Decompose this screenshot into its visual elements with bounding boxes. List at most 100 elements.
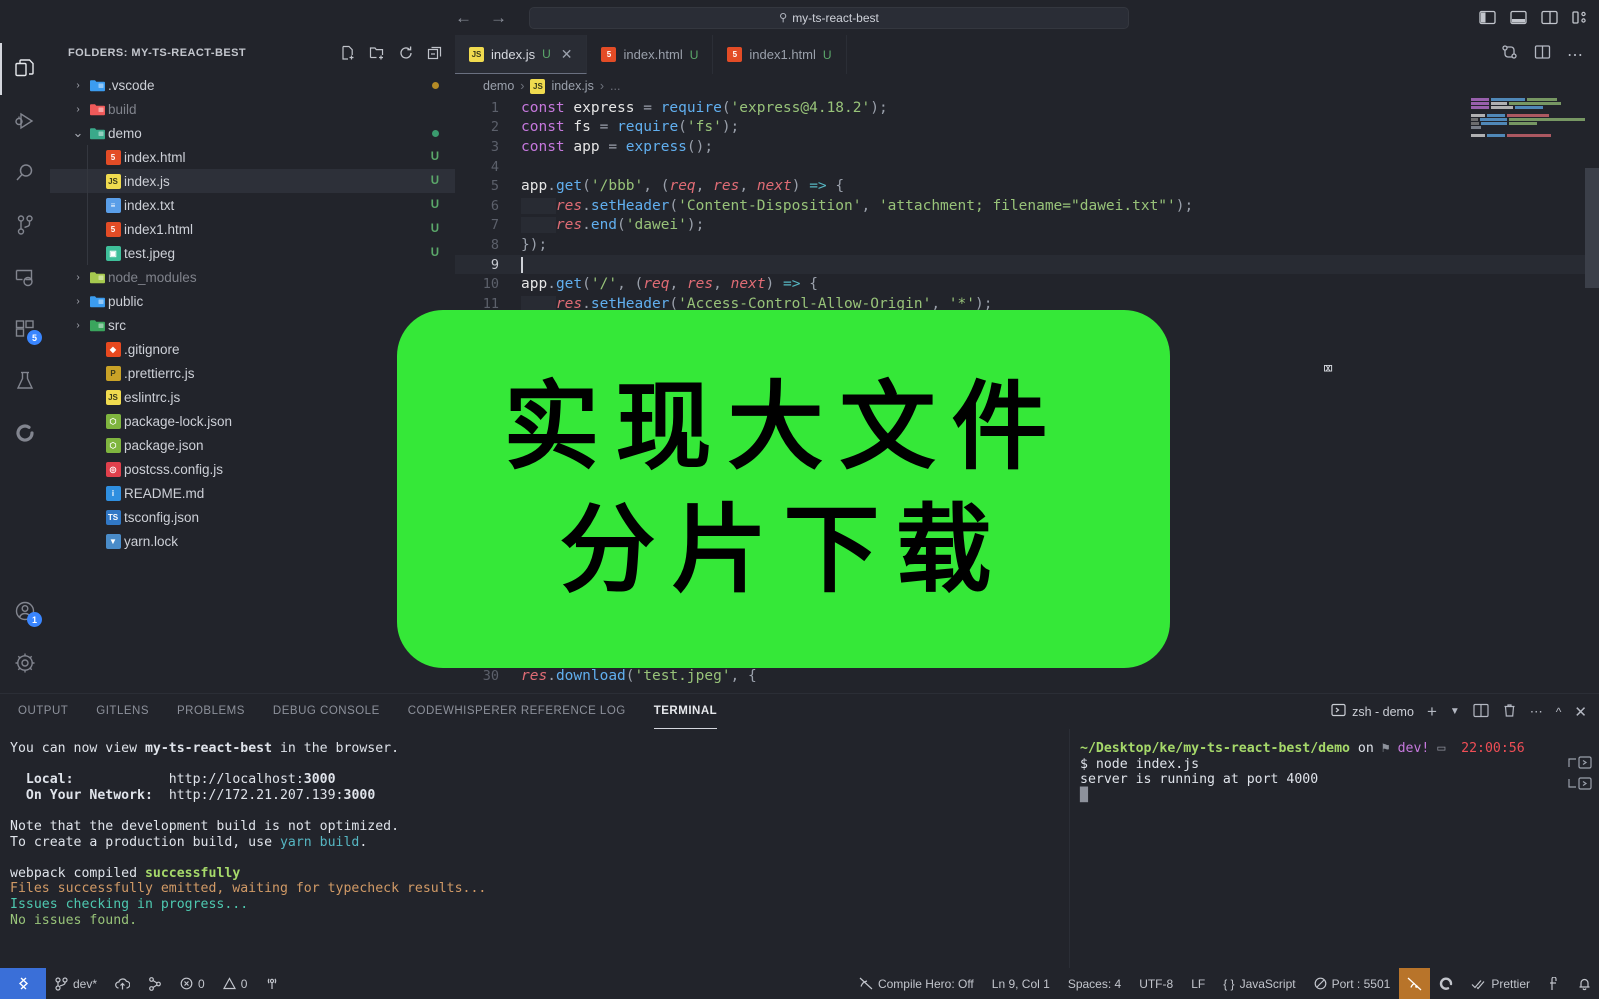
panel-tab-gitlens[interactable]: GITLENS bbox=[96, 694, 149, 729]
breadcrumb[interactable]: demo › JS index.js › ... bbox=[455, 74, 1599, 98]
status-branch[interactable]: dev* bbox=[46, 968, 106, 999]
code-line[interactable]: 7 res.end('dawei'); bbox=[455, 216, 1599, 236]
panel-more-icon[interactable]: ⋯ bbox=[1530, 704, 1543, 720]
editor-tab-index1-html[interactable]: 5 index1.html U bbox=[713, 35, 847, 74]
minimap[interactable] bbox=[1465, 98, 1585, 693]
code-line[interactable]: 6 res.setHeader('Content-Disposition', '… bbox=[455, 196, 1599, 216]
tree-item-public[interactable]: › public bbox=[50, 289, 455, 313]
code-line[interactable]: 8}); bbox=[455, 235, 1599, 255]
tree-item-build[interactable]: › build bbox=[50, 97, 455, 121]
activity-item-accounts[interactable]: 1 bbox=[0, 585, 50, 637]
editor-vertical-scrollbar[interactable] bbox=[1585, 98, 1599, 693]
activity-item-manage[interactable] bbox=[0, 637, 50, 689]
scroll-to-previous-command-icon[interactable] bbox=[1567, 755, 1593, 770]
activity-item-testing[interactable] bbox=[0, 355, 50, 407]
collapse-all-icon[interactable] bbox=[427, 45, 443, 61]
toggle-panel-icon[interactable] bbox=[1510, 10, 1527, 25]
forward-icon[interactable]: → bbox=[490, 9, 507, 26]
tree-item-index-html[interactable]: 5 index.html U bbox=[50, 145, 455, 169]
tree-item-eslintrc-js[interactable]: JS eslintrc.js bbox=[50, 385, 455, 409]
remote-window-indicator[interactable] bbox=[0, 968, 46, 999]
panel-tab-debug-console[interactable]: DEBUG CONSOLE bbox=[273, 694, 380, 729]
breadcrumb-folder[interactable]: demo bbox=[483, 79, 514, 93]
terminal-pane-right[interactable]: ~/Desktop/ke/my-ts-react-best/demo on ⚑ … bbox=[1069, 729, 1599, 968]
status-indentation[interactable]: Spaces: 4 bbox=[1059, 968, 1130, 999]
split-diff-icon[interactable] bbox=[1501, 44, 1518, 65]
tree-item--gitignore[interactable]: ◆ .gitignore bbox=[50, 337, 455, 361]
status-keyboard-shortcuts[interactable] bbox=[1539, 968, 1570, 999]
split-terminal-icon[interactable] bbox=[1473, 703, 1489, 721]
status-sync[interactable] bbox=[106, 968, 139, 999]
panel-tab-output[interactable]: OUTPUT bbox=[18, 694, 68, 729]
status-gitlens[interactable] bbox=[139, 968, 171, 999]
activity-item-extensions[interactable]: 5 bbox=[0, 303, 50, 355]
editor-tab-index-html[interactable]: 5 index.html U bbox=[587, 35, 714, 74]
activity-item-run-and-debug[interactable] bbox=[0, 95, 50, 147]
panel-tab-problems[interactable]: PROBLEMS bbox=[177, 694, 245, 729]
code-line[interactable]: 30 res.download('test.jpeg', { bbox=[455, 666, 1599, 686]
tree-item--vscode[interactable]: › .vscode bbox=[50, 73, 455, 97]
activity-item-explorer[interactable] bbox=[0, 43, 50, 95]
command-center-search[interactable]: ⚲ my-ts-react-best bbox=[529, 6, 1129, 29]
panel-tab-terminal[interactable]: TERMINAL bbox=[653, 694, 718, 729]
status-errors[interactable]: 0 bbox=[171, 968, 214, 999]
toggle-secondary-sidebar-icon[interactable] bbox=[1541, 10, 1558, 25]
close-icon[interactable]: ✕ bbox=[561, 46, 573, 63]
terminal-pane-left[interactable]: You can now view my-ts-react-best in the… bbox=[0, 729, 1069, 968]
tree-item-index-js[interactable]: JS index.js U bbox=[50, 169, 455, 193]
status-encoding[interactable]: UTF-8 bbox=[1130, 968, 1182, 999]
code-line[interactable]: 4 bbox=[455, 157, 1599, 177]
back-icon[interactable]: ← bbox=[455, 9, 472, 26]
tree-item-demo[interactable]: ⌄ demo bbox=[50, 121, 455, 145]
split-editor-icon[interactable] bbox=[1534, 44, 1551, 65]
tree-item-index-txt[interactable]: ≡ index.txt U bbox=[50, 193, 455, 217]
breadcrumb-file[interactable]: index.js bbox=[551, 79, 593, 93]
code-line[interactable]: 5 app.get('/bbb', (req, res, next) => { bbox=[455, 176, 1599, 196]
code-line[interactable]: 10 app.get('/', (req, res, next) => { bbox=[455, 274, 1599, 294]
status-warnings[interactable]: 0 bbox=[214, 968, 257, 999]
refresh-icon[interactable] bbox=[398, 45, 414, 61]
tree-item-postcss-config-js[interactable]: ◎ postcss.config.js bbox=[50, 457, 455, 481]
new-file-icon[interactable] bbox=[340, 45, 356, 61]
status-compile-hero[interactable]: Compile Hero: Off bbox=[850, 968, 983, 999]
activity-item-source-control[interactable] bbox=[0, 199, 50, 251]
toggle-primary-sidebar-icon[interactable] bbox=[1479, 10, 1496, 25]
panel-tabs[interactable]: OUTPUT GITLENS PROBLEMS DEBUG CONSOLE CODEWH… bbox=[0, 694, 1599, 729]
status-cursor-position[interactable]: Ln 9, Col 1 bbox=[983, 968, 1059, 999]
tree-item-src[interactable]: › src bbox=[50, 313, 455, 337]
tree-item-node-modules[interactable]: › node_modules bbox=[50, 265, 455, 289]
tree-item-readme-md[interactable]: i README.md bbox=[50, 481, 455, 505]
activity-item-search[interactable] bbox=[0, 147, 50, 199]
close-panel-icon[interactable]: ✕ bbox=[1574, 703, 1587, 721]
editor-tabs[interactable]: JS index.js U ✕ 5 index.html U 5 index1.html U ⋯ bbox=[455, 35, 1599, 74]
code-line[interactable]: 3 const app = express(); bbox=[455, 137, 1599, 157]
customize-layout-icon[interactable] bbox=[1572, 10, 1589, 25]
activity-item-remote-explorer[interactable] bbox=[0, 251, 50, 303]
status-notifications[interactable] bbox=[1570, 968, 1599, 999]
scrollbar-thumb[interactable] bbox=[1585, 168, 1599, 288]
tree-item--prettierrc-js[interactable]: P .prettierrc.js bbox=[50, 361, 455, 385]
code-line[interactable]: 9 bbox=[455, 254, 1599, 275]
status-ports[interactable] bbox=[256, 968, 288, 999]
scroll-to-next-command-icon[interactable] bbox=[1567, 776, 1593, 791]
tree-item-test-jpeg[interactable]: ▣ test.jpeg U bbox=[50, 241, 455, 265]
status-live-server-port[interactable]: Port : 5501 bbox=[1305, 968, 1400, 999]
more-actions-icon[interactable]: ⋯ bbox=[1567, 45, 1583, 65]
new-terminal-icon[interactable]: + bbox=[1427, 702, 1437, 722]
tree-item-yarn-lock[interactable]: ▼ yarn.lock bbox=[50, 529, 455, 553]
activity-item-codewhisperer[interactable] bbox=[0, 407, 50, 459]
kill-terminal-icon[interactable] bbox=[1502, 703, 1517, 721]
file-tree[interactable]: › .vscode › build ⌄ demo 5 index.html U JS index.j… bbox=[50, 70, 455, 693]
status-language-mode[interactable]: { } JavaScript bbox=[1214, 968, 1304, 999]
editor-tab-index-js[interactable]: JS index.js U ✕ bbox=[455, 35, 588, 74]
status-eol[interactable]: LF bbox=[1182, 968, 1214, 999]
terminal-selector[interactable]: zsh - demo bbox=[1331, 703, 1414, 720]
terminal-dropdown-icon[interactable]: ▼ bbox=[1450, 706, 1460, 717]
tree-item-package-lock-json[interactable]: ⬡ package-lock.json bbox=[50, 409, 455, 433]
status-codewhisperer[interactable] bbox=[1430, 968, 1462, 999]
tree-item-package-json[interactable]: ⬡ package.json bbox=[50, 433, 455, 457]
status-screencast-mode[interactable] bbox=[1399, 968, 1431, 999]
panel-tab-codewhisperer-reference-log[interactable]: CODEWHISPERER REFERENCE LOG bbox=[408, 694, 626, 729]
code-line[interactable]: 2 const fs = require('fs'); bbox=[455, 118, 1599, 138]
code-line[interactable]: 1 const express = require('express@4.18.2… bbox=[455, 98, 1599, 118]
